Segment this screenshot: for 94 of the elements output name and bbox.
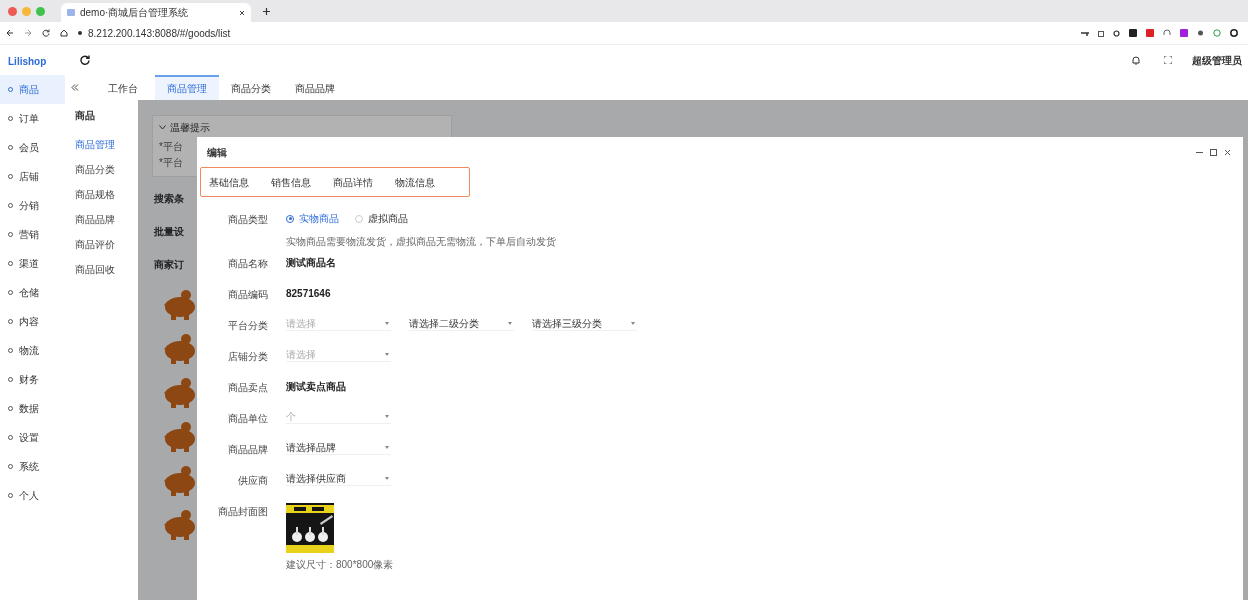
bell-icon[interactable] — [1132, 55, 1140, 65]
headphones-icon[interactable] — [1163, 29, 1171, 37]
sidebar-item[interactable]: 财务 — [0, 365, 65, 394]
submenu-item[interactable]: 商品评价 — [75, 237, 115, 252]
piggy-bank-icon — [162, 376, 198, 408]
piggy-bank-icon — [162, 332, 198, 364]
back-icon[interactable] — [6, 29, 14, 37]
field-label: 供应商 — [238, 474, 268, 488]
caret-icon — [385, 353, 389, 356]
field-value: 测试商品名 — [286, 256, 336, 270]
dialog-tab[interactable]: 商品详情 — [333, 174, 373, 190]
submenu-item[interactable]: 商品规格 — [75, 187, 115, 202]
sidebar-item[interactable]: 内容 — [0, 307, 65, 336]
logo: Lilishop — [8, 56, 47, 67]
field-label: 商品类型 — [228, 213, 268, 227]
page-tab[interactable]: 商品管理 — [155, 75, 219, 100]
caption-text: 建议尺寸：800*800像素 — [286, 558, 394, 572]
submenu-item[interactable]: 商品回收 — [75, 262, 115, 277]
refresh-icon[interactable] — [80, 55, 90, 65]
hint-text: 实物商品需要物流发货，虚拟商品无需物流，下单后自动发货 — [286, 235, 556, 249]
caret-icon — [385, 415, 389, 418]
field-value: 测试卖点商品 — [286, 380, 346, 394]
dialog-tab[interactable]: 销售信息 — [271, 174, 311, 190]
submenu-item[interactable]: 商品分类 — [75, 162, 115, 177]
dialog-tab[interactable]: 基础信息 — [209, 174, 249, 190]
close-window-button[interactable] — [8, 6, 17, 16]
forward-icon[interactable] — [24, 29, 32, 37]
fullscreen-icon[interactable] — [1164, 56, 1172, 64]
notice-text: *平台 — [159, 140, 183, 154]
page-tab[interactable]: 商品分类 — [219, 75, 283, 100]
maximize-icon[interactable] — [1210, 148, 1217, 156]
section-label: 搜索条 — [154, 192, 184, 206]
field-label: 商品品牌 — [228, 443, 268, 457]
notice-text: *平台 — [159, 156, 183, 170]
submenu-title: 商品 — [75, 109, 95, 123]
sidebar-item[interactable]: 渠道 — [0, 249, 65, 278]
sidebar-item[interactable]: 商品 — [0, 75, 65, 104]
radio-option[interactable]: 虚拟商品 — [355, 211, 408, 226]
caret-icon — [508, 322, 512, 325]
field-label: 商品单位 — [228, 412, 268, 426]
page-tab[interactable]: 商品品牌 — [283, 75, 347, 100]
submenu-item[interactable]: 商品品牌 — [75, 212, 115, 227]
page-icon — [67, 9, 75, 16]
close-icon[interactable] — [1224, 148, 1231, 156]
submenu-item[interactable]: 商品管理 — [75, 137, 115, 152]
select-field[interactable]: 请选择品牌 — [286, 441, 391, 455]
sidebar-item[interactable]: 营销 — [0, 220, 65, 249]
new-tab-icon[interactable] — [263, 7, 270, 15]
home-icon[interactable] — [60, 29, 68, 37]
page-tab[interactable]: 工作台 — [91, 75, 155, 100]
dialog-title: 编辑 — [207, 145, 227, 160]
chevron-down-icon[interactable] — [159, 125, 166, 130]
field-label: 店铺分类 — [228, 350, 268, 364]
caret-icon — [631, 322, 635, 325]
caret-icon — [385, 322, 389, 325]
caret-icon — [385, 477, 389, 480]
sidebar-item[interactable]: 会员 — [0, 133, 65, 162]
reload-icon[interactable] — [42, 29, 50, 37]
sidebar-item[interactable]: 设置 — [0, 423, 65, 452]
profile-icon[interactable] — [1230, 29, 1238, 37]
circle-icon[interactable] — [1213, 29, 1221, 37]
field-value: 82571646 — [286, 287, 331, 301]
field-label: 平台分类 — [228, 319, 268, 333]
user-name[interactable]: 超级管理员 — [1192, 52, 1242, 68]
radio-option[interactable]: 实物商品 — [286, 211, 339, 226]
field-label: 商品名称 — [228, 257, 268, 271]
address-bar[interactable]: 8.212.200.143:8088/#/goods/list — [78, 24, 1071, 42]
tab-title: demo·商城后台管理系统 — [80, 6, 190, 20]
select-field[interactable]: 请选择供应商 — [286, 472, 391, 486]
sidebar-item[interactable]: 数据 — [0, 394, 65, 423]
sidebar-item[interactable]: 仓储 — [0, 278, 65, 307]
select-field[interactable]: 请选择三级分类 — [532, 317, 637, 331]
sidebar-item[interactable]: 个人 — [0, 481, 65, 510]
piggy-bank-icon — [162, 288, 198, 320]
section-label: 批量设 — [154, 225, 184, 239]
field-label: 商品卖点 — [228, 381, 268, 395]
caret-icon — [385, 446, 389, 449]
sidebar-item[interactable]: 订单 — [0, 104, 65, 133]
piggy-bank-icon — [162, 508, 198, 540]
field-label: 商品封面图 — [218, 505, 268, 519]
piggy-bank-icon — [162, 420, 198, 452]
section-label: 商家订 — [154, 258, 184, 272]
field-label: 商品编码 — [228, 288, 268, 302]
dialog-tab[interactable]: 物流信息 — [395, 174, 435, 190]
collapse-icon[interactable] — [71, 84, 79, 91]
sidebar-item[interactable]: 系统 — [0, 452, 65, 481]
sidebar-item[interactable]: 物流 — [0, 336, 65, 365]
sidebar-item[interactable]: 店铺 — [0, 162, 65, 191]
notice-title: 温馨提示 — [170, 121, 210, 135]
browser-tab[interactable]: demo·商城后台管理系统 — [61, 3, 251, 22]
select-field[interactable]: 请选择二级分类 — [409, 317, 514, 331]
sidebar-item[interactable]: 分销 — [0, 191, 65, 220]
piggy-bank-icon — [162, 464, 198, 496]
close-tab-icon[interactable] — [239, 9, 245, 16]
